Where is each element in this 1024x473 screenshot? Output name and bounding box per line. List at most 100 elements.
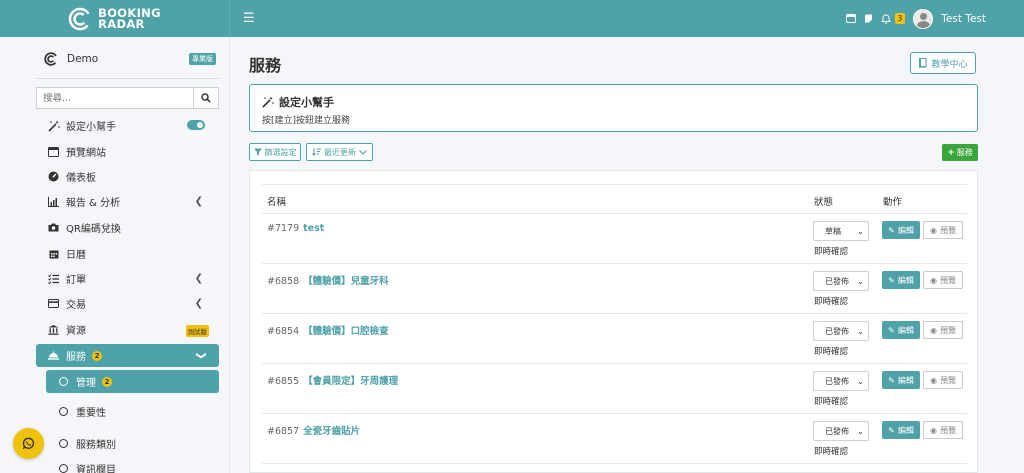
instant-confirm-label: 即時確認	[814, 397, 849, 407]
setup-wizard-toggle[interactable]	[187, 120, 205, 130]
sidebar-item-transactions[interactable]: 交易 ❮	[36, 292, 219, 315]
chevron-down-icon: ⌄	[857, 327, 864, 336]
sidebar-item-label: 預覽網站	[66, 148, 106, 159]
status-value: 已發佈	[825, 326, 849, 336]
sidebar-item-label: 設定小幫手	[66, 122, 116, 133]
service-name-link[interactable]: 全瓷牙齒貼片	[303, 426, 360, 437]
service-name-link[interactable]: 【體驗價】兒童牙科	[303, 276, 389, 287]
sidebar-item-label: QR編碼兌換	[66, 224, 121, 235]
preview-label: 預覽	[939, 275, 956, 285]
service-id-cell: #6854 【體驗價】口腔檢查	[267, 323, 389, 337]
sidebar-item-label: 服務	[66, 352, 86, 363]
sidebar-item-orders[interactable]: 訂單 ❮	[36, 267, 219, 290]
chevron-down-icon: ⌄	[857, 227, 864, 236]
sidebar-item-services[interactable]: 服務 2 ❮	[36, 344, 219, 367]
chevron-down-icon: ⌄	[857, 427, 864, 436]
circle-icon	[57, 377, 70, 386]
plan-badge: 專業版	[189, 53, 216, 65]
service-id-cell: #6858 【體驗價】兒童牙科	[267, 273, 389, 287]
edit-button[interactable]: ✎ 編輯	[882, 321, 920, 339]
eye-icon: ◉	[930, 425, 937, 435]
add-service-button[interactable]: + 服務	[942, 144, 978, 161]
sort-label: 最近更新	[324, 147, 356, 157]
status-select[interactable]: 已發佈 ⌄	[813, 421, 869, 441]
preview-button[interactable]: ◉ 預覽	[923, 421, 963, 439]
preview-button[interactable]: ◉ 預覽	[923, 221, 963, 239]
eye-icon: ◉	[930, 225, 937, 235]
status-select[interactable]: 已發佈 ⌄	[813, 371, 869, 391]
preview-label: 預覽	[939, 425, 956, 435]
manage-count-badge: 2	[102, 376, 112, 387]
table-row: #6854 【體驗價】口腔檢查 已發佈 ⌄ 即時確認 ✎ 編輯 ◉ 預覽	[250, 314, 979, 364]
circle-icon	[57, 407, 70, 416]
status-select[interactable]: 已發佈 ⌄	[813, 271, 869, 291]
status-select[interactable]: 草稿 ⌄	[813, 221, 869, 241]
preview-button[interactable]: ◉ 預覽	[923, 321, 963, 339]
whatsapp-icon	[22, 437, 35, 450]
eye-icon: ◉	[930, 275, 937, 285]
helper-title-text: 設定小幫手	[279, 96, 334, 109]
chevron-down-icon: ❮	[195, 351, 207, 360]
whatsapp-chat-button[interactable]	[13, 428, 44, 459]
sidebar-item-preview-site[interactable]: 預覽網站	[36, 140, 219, 163]
user-avatar[interactable]	[913, 8, 934, 29]
brand-logo-area[interactable]: BOOKING RADAR	[0, 0, 230, 37]
edit-button[interactable]: ✎ 編輯	[882, 221, 920, 239]
edit-label: 編輯	[897, 225, 914, 235]
edit-button[interactable]: ✎ 編輯	[882, 271, 920, 289]
preview-button[interactable]: ◉ 預覽	[923, 271, 963, 289]
list-check-icon	[47, 273, 60, 284]
service-name-link[interactable]: 【會員限定】牙周護理	[303, 376, 398, 387]
sidebar-subitem-importance[interactable]: 重要性	[46, 400, 219, 423]
notification-bell-icon[interactable]	[880, 13, 891, 24]
sidebar-item-qr-redeem[interactable]: QR編碼兌換	[36, 216, 219, 239]
browser-window-icon[interactable]	[845, 14, 856, 23]
preview-button[interactable]: ◉ 預覽	[923, 371, 963, 389]
edit-icon: ✎	[888, 225, 895, 235]
service-id: #6857	[267, 426, 300, 437]
status-select[interactable]: 已發佈 ⌄	[813, 321, 869, 341]
search-button[interactable]	[193, 88, 218, 108]
note-icon[interactable]	[864, 14, 873, 23]
user-name[interactable]: Test Test	[941, 13, 986, 25]
sort-dropdown[interactable]: 最近更新	[306, 143, 373, 161]
sidebar-item-label: 報告 & 分析	[66, 198, 121, 209]
account-name: Demo	[67, 53, 99, 65]
service-name-link[interactable]: test	[303, 223, 324, 234]
sidebar-item-calendar[interactable]: 日曆	[36, 242, 219, 265]
tutorial-center-button[interactable]: 教學中心	[910, 52, 976, 74]
service-id-cell: #7179 test	[267, 223, 324, 234]
sidebar-subitem-service-categories[interactable]: 服務類別	[46, 432, 219, 455]
filter-settings-button[interactable]: 篩選設定	[249, 143, 301, 161]
column-header-status: 狀態	[814, 197, 834, 208]
sidebar-search-input[interactable]	[37, 88, 193, 108]
tutorial-center-label: 教學中心	[931, 59, 968, 70]
edit-icon: ✎	[888, 425, 895, 435]
brand-line-2: RADAR	[98, 16, 145, 31]
sidebar-item-resources[interactable]: 資源 測試版	[36, 318, 219, 341]
service-name-link[interactable]: 【體驗價】口腔檢查	[303, 326, 389, 337]
magic-wand-icon	[262, 96, 274, 108]
account-switcher[interactable]: Demo 專業版	[44, 51, 216, 67]
edit-icon: ✎	[888, 375, 895, 385]
edit-button[interactable]: ✎ 編輯	[882, 371, 920, 389]
sidebar-item-reports[interactable]: 報告 & 分析 ❮	[36, 190, 219, 213]
page-title: 服務	[249, 56, 282, 75]
helper-text: 按[建立]按鈕建立服務	[262, 116, 351, 126]
top-navbar: BOOKING RADAR ☰ 3 Test Test	[0, 0, 1024, 37]
menu-toggle-icon[interactable]: ☰	[243, 11, 255, 26]
status-value: 已發佈	[825, 276, 849, 286]
sidebar-item-setup-wizard[interactable]: 設定小幫手	[36, 114, 219, 137]
edit-button[interactable]: ✎ 編輯	[882, 421, 920, 439]
edit-label: 編輯	[897, 425, 914, 435]
edit-icon: ✎	[888, 325, 895, 335]
sidebar-subitem-manage[interactable]: 管理 2	[46, 370, 219, 393]
sidebar-subitem-info-columns[interactable]: 資訊欄目	[46, 457, 219, 473]
service-id-cell: #6855 【會員限定】牙周護理	[267, 373, 398, 387]
sidebar-item-label: 管理	[76, 378, 96, 389]
service-id-cell: #6857 全瓷牙齒貼片	[267, 423, 360, 437]
helper-title: 設定小幫手	[262, 94, 334, 110]
table-row: #6855 【會員限定】牙周護理 已發佈 ⌄ 即時確認 ✎ 編輯 ◉ 預覽	[250, 364, 979, 414]
sidebar-item-dashboard[interactable]: 儀表板	[36, 165, 219, 188]
table-row: #6858 【體驗價】兒童牙科 已發佈 ⌄ 即時確認 ✎ 編輯 ◉ 預覽	[250, 264, 979, 314]
